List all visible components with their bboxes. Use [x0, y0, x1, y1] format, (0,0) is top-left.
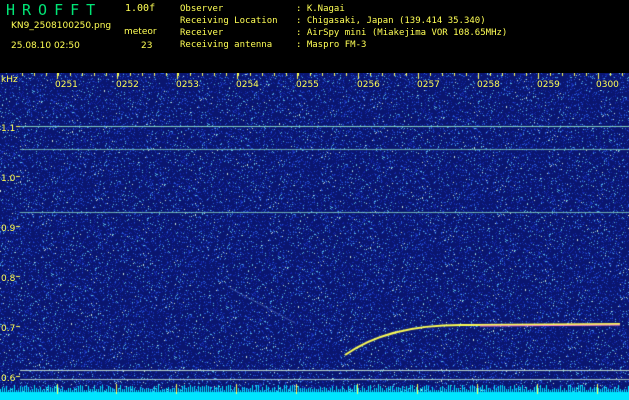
info-value: : AirSpy mini (Miakejima VOR 108.65MHz): [296, 28, 508, 38]
info-location: Receiving Location : Chigasaki, Japan (13…: [180, 16, 486, 26]
time-label: 0251: [55, 80, 78, 90]
info-antenna: Receiving antenna : Maspro FM-3: [180, 40, 366, 50]
header-panel: HROFFT 1.00f KN9_2508100250.png meteor 2…: [0, 0, 629, 73]
time-label: 0257: [417, 80, 440, 90]
info-value: : Maspro FM-3: [296, 40, 367, 50]
time-label: 0300: [596, 80, 619, 90]
time-label: 0255: [296, 80, 319, 90]
freq-label: 0.6: [1, 374, 16, 384]
info-key: Receiving antenna: [180, 40, 273, 50]
time-label: 0254: [236, 80, 259, 90]
info-value: : K.Nagai: [296, 4, 345, 14]
app-logo: HROFFT: [6, 1, 103, 19]
version-label: 1.00f: [125, 3, 156, 14]
unit-label: kHz: [1, 75, 18, 85]
time-label: 0258: [477, 80, 500, 90]
info-key: Receiver: [180, 28, 224, 38]
spectrogram-canvas: [0, 73, 629, 400]
freq-label: 0.8: [1, 274, 16, 284]
freq-label: 0.7: [1, 324, 16, 334]
info-key: Observer: [180, 4, 224, 14]
datetime-label: 25.08.10 02:50: [11, 41, 80, 51]
freq-label: 0.9: [1, 224, 16, 234]
info-receiver: Receiver : AirSpy mini (Miakejima VOR 108…: [180, 28, 507, 38]
meteor-count: 23: [141, 41, 153, 51]
time-label: 0252: [116, 80, 139, 90]
filename-label: KN9_2508100250.png: [11, 21, 112, 31]
info-key: Receiving Location: [180, 16, 278, 26]
time-label: 0259: [537, 80, 560, 90]
info-observer: Observer : K.Nagai: [180, 4, 345, 14]
info-value: : Chigasaki, Japan (139.414 35.340): [296, 16, 486, 26]
time-label: 0256: [357, 80, 380, 90]
freq-label: 1.0: [1, 174, 16, 184]
time-label: 0253: [176, 80, 199, 90]
freq-label: 1.1: [1, 124, 16, 134]
meteor-label: meteor: [124, 27, 157, 37]
